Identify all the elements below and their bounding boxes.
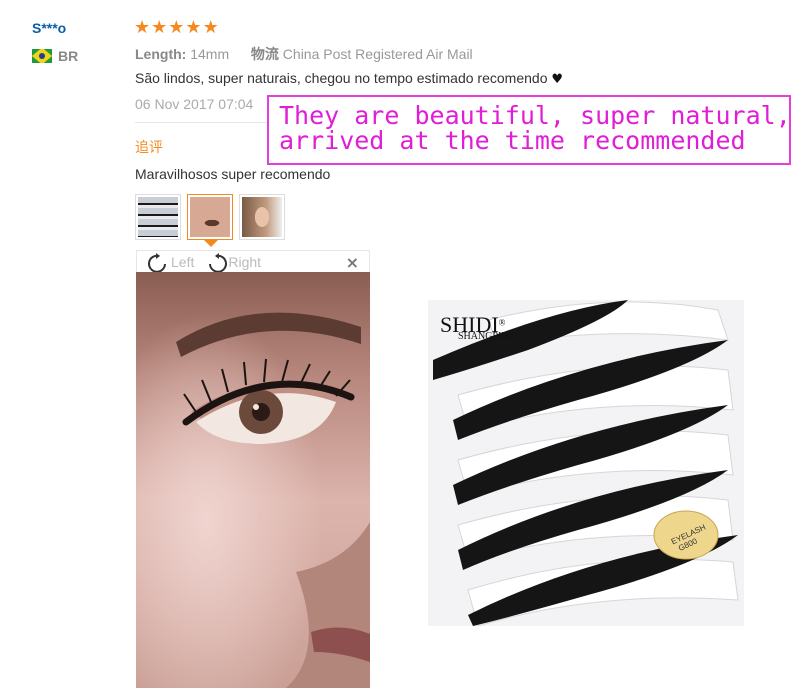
brand-line2: SHANGPIN xyxy=(458,331,509,342)
photo-thumbnail[interactable] xyxy=(135,194,181,240)
rotate-left-button[interactable]: Left xyxy=(147,252,194,272)
country-code: BR xyxy=(58,48,79,64)
rotate-right-label: Right xyxy=(228,253,262,270)
review-text-line: São lindos, super naturais, chegou no te… xyxy=(135,70,563,87)
review-photo-thumbnails xyxy=(135,194,285,240)
star-icon: ★ xyxy=(168,17,185,38)
rotate-right-button[interactable]: Right xyxy=(204,252,261,272)
star-rating: ★ ★ ★ ★ ★ xyxy=(134,18,219,38)
star-icon: ★ xyxy=(134,17,151,38)
review-meta: Length: 14mm 物流 China Post Registered Ai… xyxy=(135,44,473,64)
shipping-label: 物流 xyxy=(250,46,279,62)
followup-text: Maravilhosos super recomendo xyxy=(135,166,331,182)
review-date: 06 Nov 2017 07:04 xyxy=(135,96,254,112)
callout-line2: arrived at the time recommended xyxy=(279,126,746,155)
rotate-left-label: Left xyxy=(171,253,195,270)
translation-callout: They are beautiful, super natural, arriv… xyxy=(267,95,791,165)
length-label: Length: xyxy=(135,46,187,62)
lash-box-photo: EYELASH G800 xyxy=(428,300,744,626)
brazil-flag-icon xyxy=(32,49,52,63)
enlarged-review-photo xyxy=(136,272,370,688)
review-text: São lindos, super naturais, chegou no te… xyxy=(135,70,548,86)
selected-thumbnail-caret xyxy=(204,240,218,247)
star-icon: ★ xyxy=(151,17,168,38)
eye-closeup-photo xyxy=(136,272,370,688)
reviewer-country: BR xyxy=(32,48,78,64)
star-icon: ★ xyxy=(185,17,202,38)
photo-thumbnail[interactable] xyxy=(239,194,285,240)
shipping-value: China Post Registered Air Mail xyxy=(282,46,473,62)
rotate-right-icon xyxy=(209,252,228,272)
close-icon[interactable]: × xyxy=(346,253,359,272)
reviewer-name: S***o xyxy=(32,20,67,36)
rotate-left-icon xyxy=(148,252,166,272)
length-value: 14mm xyxy=(190,46,230,62)
star-icon: ★ xyxy=(202,17,219,38)
brand-logo: SHIDI® SHANGPIN xyxy=(440,314,509,342)
photo-thumbnail-selected[interactable] xyxy=(187,194,233,240)
followup-label: 追评 xyxy=(135,139,163,155)
heart-icon: ♥ xyxy=(551,72,564,87)
photo-viewer-toolbar: Left Right × xyxy=(136,250,370,272)
registered-mark: ® xyxy=(498,317,506,328)
product-photo: EYELASH G800 SHIDI® SHANGPIN xyxy=(428,300,744,626)
